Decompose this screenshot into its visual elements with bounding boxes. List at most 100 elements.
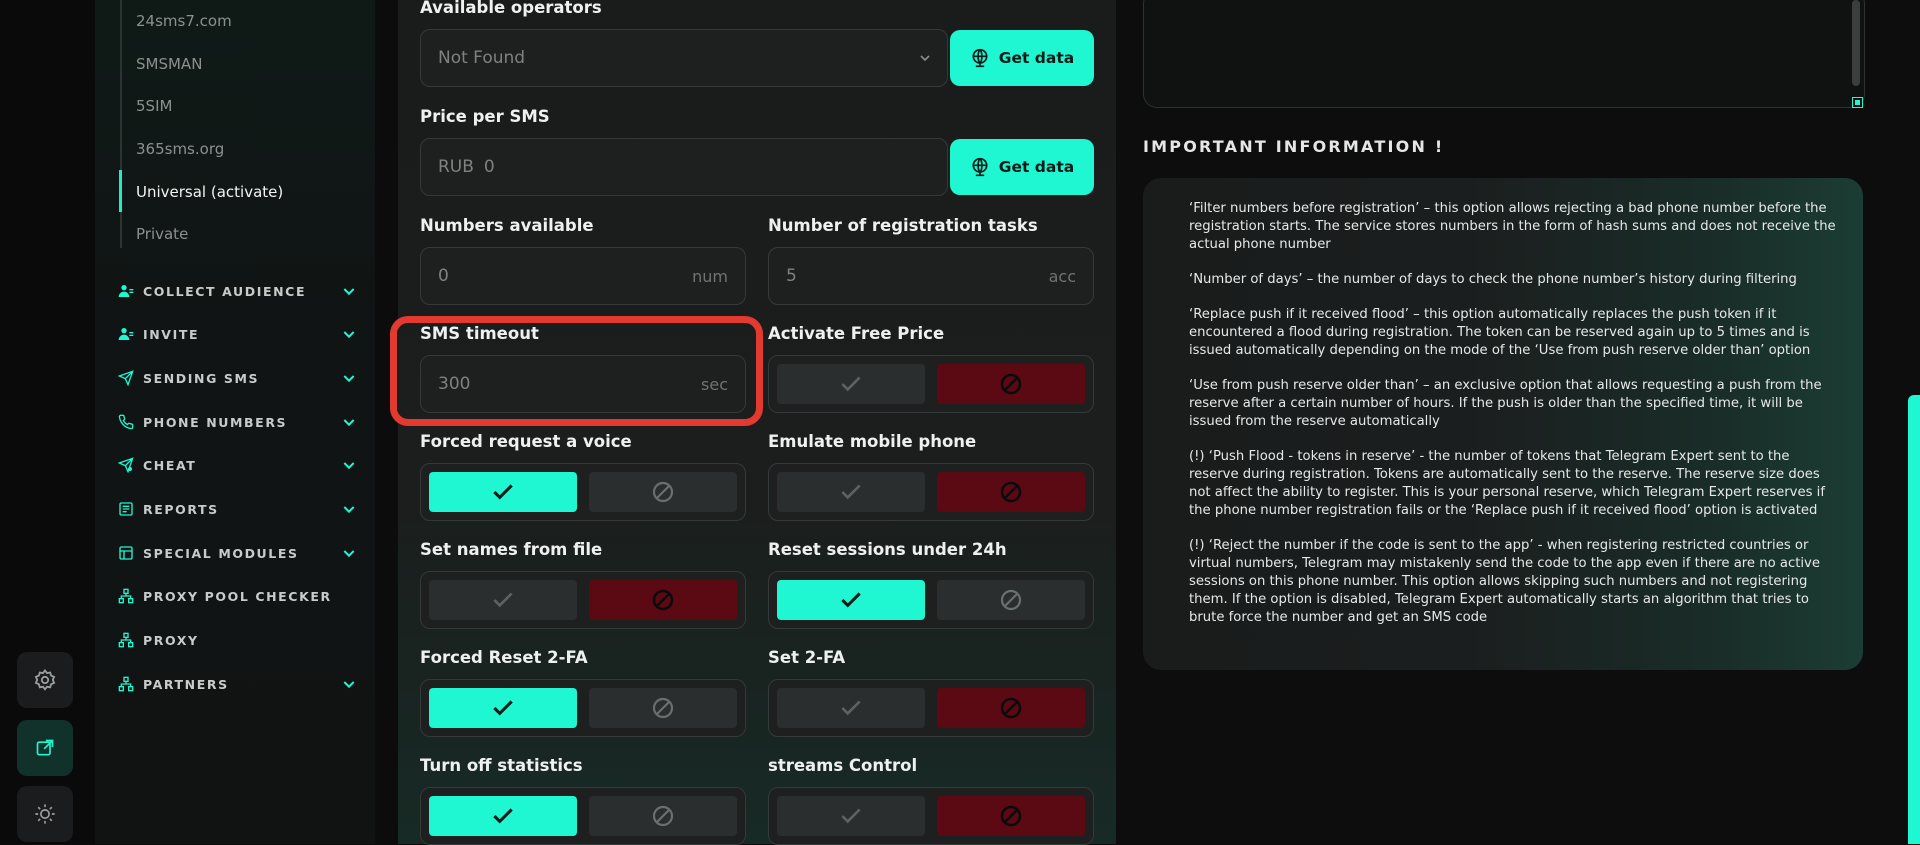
free-price-label: Activate Free Price <box>768 324 945 343</box>
disable-button[interactable] <box>589 796 737 836</box>
globe-icon <box>972 48 988 68</box>
disable-button[interactable] <box>937 796 1085 836</box>
nav-label: PROXY POOL CHECKER <box>143 588 332 604</box>
set-names-label: Set names from file <box>420 540 603 559</box>
get-data-label: Get data <box>998 49 1075 67</box>
forced-voice-toggle <box>420 463 746 521</box>
disable-button[interactable] <box>937 688 1085 728</box>
forced-reset-2fa-toggle <box>420 679 746 737</box>
enable-button[interactable] <box>777 796 925 836</box>
check-icon <box>493 592 513 608</box>
chevron-down-icon <box>343 550 355 558</box>
info-paragraph: (!) ‘Push Flood - tokens in reserve’ - t… <box>1189 449 1825 518</box>
price-input[interactable]: RUB 0 <box>420 138 948 196</box>
settings-button[interactable] <box>17 652 73 708</box>
numbers-placeholder: 0 <box>438 266 449 286</box>
set-names-toggle <box>420 571 746 629</box>
textarea-resize-handle[interactable] <box>1852 97 1863 108</box>
submenu-item-5sim[interactable]: 5SIM <box>136 97 172 115</box>
forced-reset-2fa-label: Forced Reset 2-FA <box>420 648 588 667</box>
numbers-available-input[interactable]: 0 num <box>420 247 746 305</box>
disable-button[interactable] <box>937 472 1085 512</box>
check-icon <box>841 592 861 608</box>
nav-special-modules[interactable]: SPECIAL MODULES <box>117 541 357 565</box>
disable-button[interactable] <box>589 472 737 512</box>
nav-cheat[interactable]: CHEAT <box>117 453 357 477</box>
operators-select[interactable]: Not Found <box>420 29 948 87</box>
price-label: Price per SMS <box>420 107 550 126</box>
tasks-placeholder: 5 <box>786 266 797 286</box>
submenu-active-indicator <box>119 170 122 212</box>
send-star-icon <box>117 456 135 474</box>
free-price-toggle <box>768 355 1094 413</box>
important-info-title: IMPORTANT INFORMATION ! <box>1143 137 1445 156</box>
check-icon <box>841 808 861 824</box>
enable-button[interactable] <box>777 472 925 512</box>
set-2fa-label: Set 2-FA <box>768 648 846 667</box>
operators-label: Available operators <box>420 0 602 17</box>
enable-button[interactable] <box>429 688 577 728</box>
get-data-operators-button[interactable]: Get data <box>950 30 1094 86</box>
important-info-box: ‘Filter numbers before registration’ – t… <box>1143 178 1863 670</box>
emulate-mobile-label: Emulate mobile phone <box>768 432 977 451</box>
currency-prefix: RUB <box>438 157 474 177</box>
nav-label: PARTNERS <box>143 676 229 692</box>
chevron-down-icon <box>343 419 355 427</box>
submenu-item-private[interactable]: Private <box>136 225 188 243</box>
nav-partners[interactable]: PARTNERS <box>117 672 357 696</box>
operators-select-value: Not Found <box>438 48 526 68</box>
reset-sessions-toggle <box>768 571 1094 629</box>
chevron-down-icon <box>343 288 355 296</box>
submenu-item-smsman[interactable]: SMSMAN <box>136 55 202 73</box>
streams-control-toggle <box>768 787 1094 845</box>
info-paragraph: (!) ‘Reject the number if the code is se… <box>1189 538 1820 625</box>
info-paragraph: ‘Use from push reserve older than’ – an … <box>1189 378 1822 429</box>
submenu-item-365sms[interactable]: 365sms.org <box>136 140 224 158</box>
enable-button[interactable] <box>429 472 577 512</box>
nav-label: INVITE <box>143 326 200 342</box>
check-icon <box>493 484 513 500</box>
check-icon <box>841 484 861 500</box>
enable-button[interactable] <box>777 364 925 404</box>
user-plus-icon <box>117 325 135 343</box>
enable-button[interactable] <box>429 796 577 836</box>
get-data-price-button[interactable]: Get data <box>950 139 1094 195</box>
emulate-mobile-toggle <box>768 463 1094 521</box>
info-paragraph: ‘Number of days’ – the number of days to… <box>1189 272 1797 287</box>
nav-proxy[interactable]: PROXY <box>117 628 357 652</box>
nav-sending-sms[interactable]: SENDING SMS <box>117 366 357 390</box>
registration-tasks-input[interactable]: 5 acc <box>768 247 1094 305</box>
ban-icon <box>1000 589 1022 611</box>
submenu-item-24sms7[interactable]: 24sms7.com <box>136 12 232 30</box>
external-link-button[interactable] <box>17 720 73 776</box>
numbers-suffix: num <box>692 266 728 286</box>
network-icon <box>117 631 135 649</box>
nav-collect-audience[interactable]: COLLECT AUDIENCE <box>117 279 357 303</box>
disable-button[interactable] <box>937 364 1085 404</box>
enable-button[interactable] <box>777 580 925 620</box>
theme-toggle-button[interactable] <box>17 786 73 842</box>
set-2fa-toggle <box>768 679 1094 737</box>
check-icon <box>841 376 861 392</box>
info-paragraph: ‘Replace push if it received flood’ – th… <box>1189 307 1811 358</box>
disable-button[interactable] <box>589 688 737 728</box>
submenu-item-universal-activate[interactable]: Universal (activate) <box>136 183 283 201</box>
disable-button[interactable] <box>937 580 1085 620</box>
nav-reports[interactable]: REPORTS <box>117 497 357 521</box>
numbers-available-label: Numbers available <box>420 216 594 235</box>
ban-icon <box>652 589 674 611</box>
nav-proxy-pool-checker[interactable]: PROXY POOL CHECKER <box>117 584 357 608</box>
textarea-scrollbar[interactable] <box>1852 0 1860 86</box>
nav-phone-numbers[interactable]: PHONE NUMBERS <box>117 410 357 434</box>
ban-icon <box>1000 805 1022 827</box>
nav-invite[interactable]: INVITE <box>117 322 357 346</box>
turn-off-statistics-label: Turn off statistics <box>420 756 583 775</box>
turn-off-statistics-toggle <box>420 787 746 845</box>
page-scrollbar[interactable] <box>1908 395 1920 844</box>
sun-icon <box>35 804 55 824</box>
disable-button[interactable] <box>589 580 737 620</box>
enable-button[interactable] <box>777 688 925 728</box>
enable-button[interactable] <box>429 580 577 620</box>
log-textarea[interactable] <box>1143 0 1865 108</box>
nav-label: SPECIAL MODULES <box>143 545 299 561</box>
